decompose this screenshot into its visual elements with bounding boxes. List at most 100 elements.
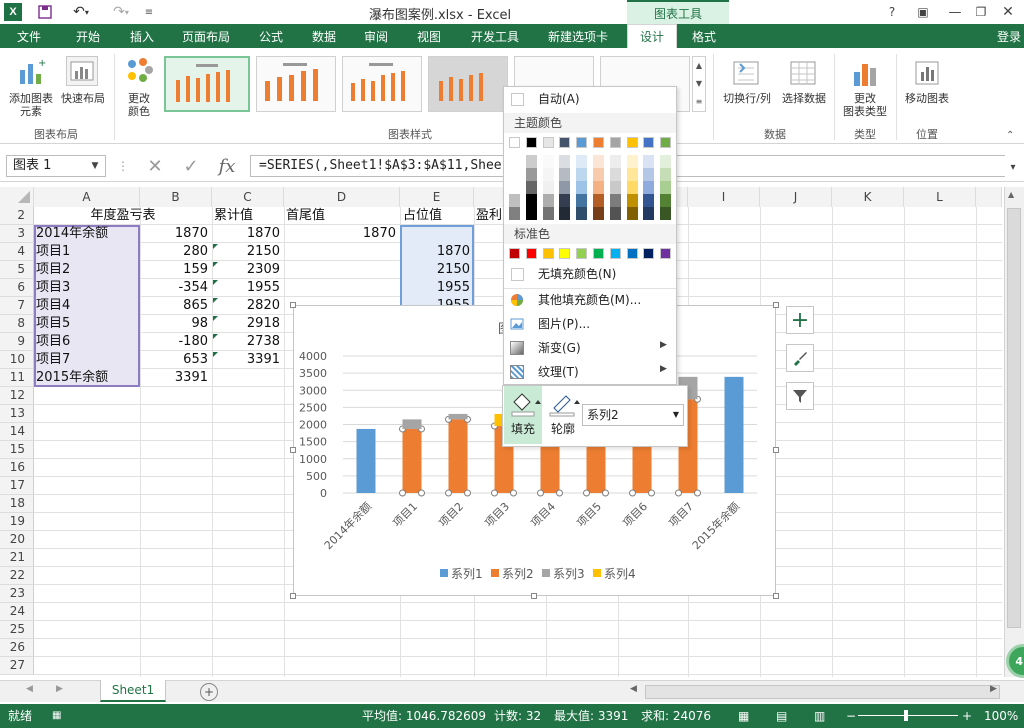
zoom-level[interactable]: 100%: [984, 704, 1018, 728]
scroll-up-icon[interactable]: ▲: [1008, 190, 1014, 199]
standard-color-swatch[interactable]: [643, 248, 655, 259]
theme-shade-swatch[interactable]: [643, 207, 655, 220]
theme-shade-swatch[interactable]: [576, 181, 588, 194]
row-header[interactable]: 23: [0, 585, 34, 603]
bar-系列1-0[interactable]: [356, 428, 376, 493]
resize-handle[interactable]: [290, 447, 296, 453]
row-header[interactable]: 26: [0, 639, 34, 657]
cell-b[interactable]: 1870: [140, 225, 212, 243]
row-header[interactable]: 19: [0, 513, 34, 531]
cell-c[interactable]: 2918: [212, 315, 284, 333]
theme-shade-swatch[interactable]: [643, 181, 655, 194]
column-header[interactable]: J: [760, 187, 832, 207]
cell-e2[interactable]: 占位值: [403, 207, 473, 225]
theme-shade-swatch[interactable]: [609, 155, 621, 168]
series-selection-handle[interactable]: [675, 489, 682, 497]
cell-a[interactable]: 项目7: [36, 351, 138, 369]
column-header[interactable]: E: [400, 187, 474, 207]
theme-shade-swatch[interactable]: [643, 194, 655, 207]
theme-shade-swatch[interactable]: [643, 168, 655, 181]
theme-shade-swatch[interactable]: [660, 168, 672, 181]
standard-color-swatch[interactable]: [509, 248, 520, 259]
column-header[interactable]: I: [688, 187, 760, 207]
cell-c[interactable]: 3391: [212, 351, 284, 369]
zoom-out-icon[interactable]: −: [846, 704, 856, 728]
theme-shade-swatch[interactable]: [559, 181, 571, 194]
theme-shade-swatch[interactable]: [542, 194, 554, 207]
name-box-dropdown-icon[interactable]: ▼: [88, 158, 102, 174]
cell-a[interactable]: 项目5: [36, 315, 138, 333]
cell-a[interactable]: 2015年余额: [36, 369, 138, 387]
restore-icon[interactable]: ❐: [970, 2, 992, 22]
theme-shade-swatch[interactable]: [643, 155, 655, 168]
theme-shade-swatch[interactable]: [660, 207, 672, 220]
theme-shade-swatch[interactable]: [626, 194, 638, 207]
cell-e[interactable]: 1870: [400, 243, 474, 261]
theme-shade-swatch[interactable]: [609, 207, 621, 220]
collapse-ribbon-icon[interactable]: ⌃: [1006, 130, 1014, 141]
series-selection-handle[interactable]: [510, 489, 517, 497]
sheet-tab-sheet1[interactable]: Sheet1: [100, 680, 166, 702]
zoom-in-icon[interactable]: +: [962, 704, 972, 728]
column-header[interactable]: B: [140, 187, 212, 207]
cell-c[interactable]: 1870: [212, 225, 284, 243]
bar-系列2-1[interactable]: [402, 428, 422, 493]
page-break-view-icon[interactable]: ▥: [814, 704, 825, 728]
zoom-slider-thumb[interactable]: [904, 710, 908, 721]
chart-filter-icon[interactable]: [786, 382, 814, 410]
gradient-fill-item[interactable]: 渐变(G): [504, 337, 676, 359]
cancel-icon[interactable]: ✕: [140, 153, 170, 179]
error-indicator[interactable]: [213, 298, 218, 303]
theme-shade-swatch[interactable]: [626, 168, 638, 181]
series-select[interactable]: 系列2 ▼: [582, 404, 684, 426]
add-chart-element-button[interactable]: 添加图表 元素: [4, 92, 58, 118]
theme-shade-swatch[interactable]: [593, 155, 604, 168]
chart-style-3[interactable]: [342, 56, 422, 112]
insert-function-icon[interactable]: fx: [212, 153, 242, 179]
theme-color-swatch[interactable]: [626, 137, 638, 148]
cell-a[interactable]: 项目4: [36, 297, 138, 315]
row-header[interactable]: 21: [0, 549, 34, 567]
theme-color-swatch[interactable]: [576, 137, 588, 148]
theme-shade-swatch[interactable]: [559, 194, 571, 207]
cell-a[interactable]: 项目1: [36, 243, 138, 261]
macro-record-icon[interactable]: ▦: [52, 704, 61, 728]
theme-color-swatch[interactable]: [509, 137, 520, 148]
theme-color-swatch[interactable]: [643, 137, 655, 148]
resize-handle[interactable]: [290, 593, 296, 599]
theme-shade-swatch[interactable]: [525, 194, 537, 207]
fill-button[interactable]: 填充: [504, 386, 542, 444]
chart-styles-brush-icon[interactable]: [786, 344, 814, 372]
resize-handle[interactable]: [290, 302, 296, 308]
row-header[interactable]: 25: [0, 621, 34, 639]
theme-shade-swatch[interactable]: [576, 207, 588, 220]
series-selection-handle[interactable]: [583, 489, 590, 497]
theme-shade-swatch[interactable]: [593, 194, 604, 207]
cell-b[interactable]: 865: [140, 297, 212, 315]
tab-review[interactable]: 审阅: [352, 24, 400, 48]
tab-developer[interactable]: 开发工具: [458, 24, 532, 48]
row-header[interactable]: 7: [0, 297, 34, 315]
error-indicator[interactable]: [213, 280, 218, 285]
resize-handle[interactable]: [531, 593, 537, 599]
series-selection-handle[interactable]: [418, 489, 425, 497]
theme-shade-swatch[interactable]: [509, 207, 520, 220]
theme-shade-swatch[interactable]: [576, 194, 588, 207]
cell-b[interactable]: -354: [140, 279, 212, 297]
column-header[interactable]: D: [284, 187, 400, 207]
standard-color-swatch[interactable]: [542, 248, 554, 259]
error-indicator[interactable]: [213, 262, 218, 267]
row-header[interactable]: 22: [0, 567, 34, 585]
auto-color-item[interactable]: 自动(A): [504, 88, 676, 110]
vertical-scroll-thumb[interactable]: [1007, 208, 1021, 628]
theme-shade-swatch[interactable]: [525, 168, 537, 181]
resize-handle[interactable]: [773, 593, 779, 599]
theme-shade-swatch[interactable]: [509, 181, 520, 194]
row-header[interactable]: 2: [0, 207, 34, 225]
cell-a[interactable]: 项目2: [36, 261, 138, 279]
sheet-next-icon[interactable]: ▶: [56, 684, 63, 694]
switch-row-col-button[interactable]: 切换行/列: [718, 92, 776, 105]
tab-view[interactable]: 视图: [404, 24, 454, 48]
minimize-icon[interactable]: —: [944, 2, 966, 22]
theme-shade-swatch[interactable]: [609, 194, 621, 207]
